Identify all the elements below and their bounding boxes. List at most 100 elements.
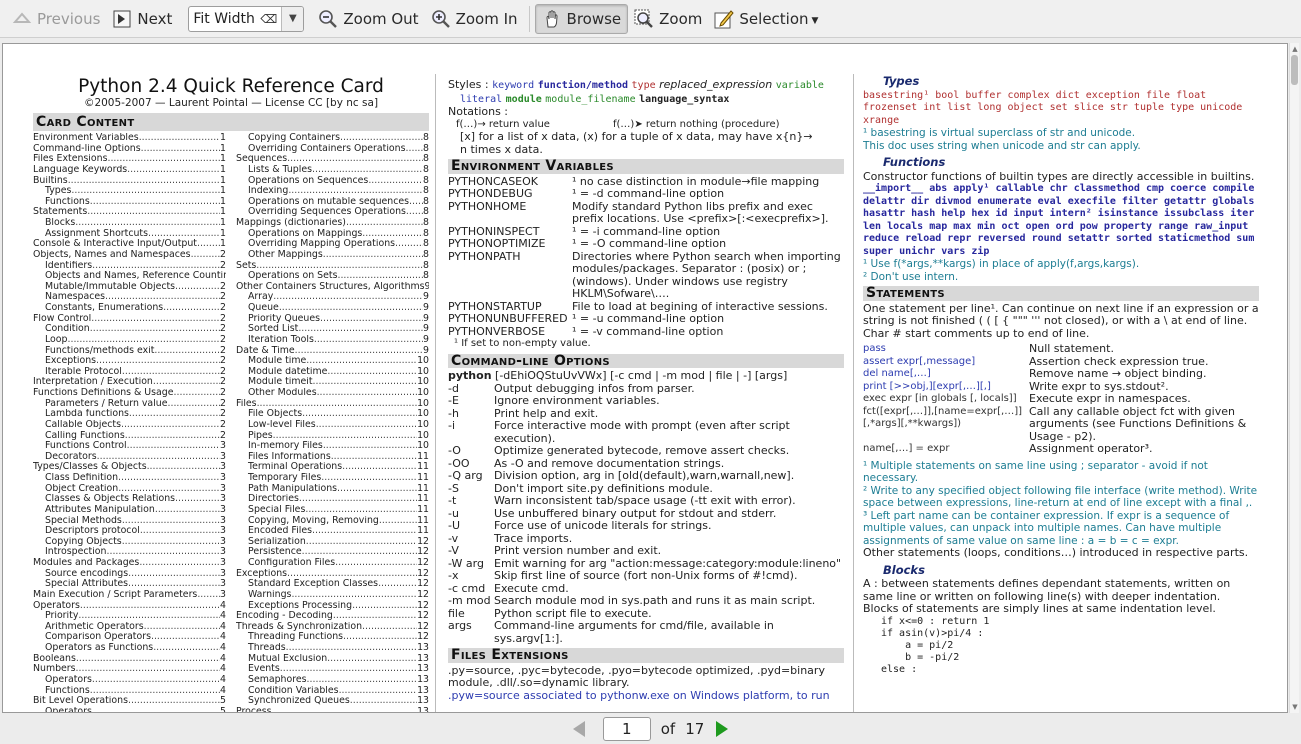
toc-entry[interactable]: Descriptors protocol 3 [33, 526, 226, 537]
toc-entry[interactable]: Calling Functions 2 [33, 431, 226, 442]
toc-entry[interactable]: Encoding - Decoding 12 [236, 611, 429, 622]
toc-entry[interactable]: Exceptions 2 [33, 356, 226, 367]
toc-entry[interactable]: Identifiers 2 [33, 261, 226, 272]
prev-page-icon[interactable] [572, 721, 585, 737]
toc-entry[interactable]: Special Attributes 3 [33, 579, 226, 590]
toc-entry[interactable]: Introspection 3 [33, 547, 226, 558]
toc-entry[interactable]: Condition 2 [33, 324, 226, 335]
zoom-select[interactable]: Fit Width ⌫ ▼ [188, 5, 305, 32]
toc-entry[interactable]: Modules and Packages 3 [33, 558, 226, 569]
clear-icon[interactable]: ⌫ [260, 12, 277, 26]
toc-entry[interactable]: Other Containers Structures, Algorithms9 [236, 282, 429, 293]
toc-entry[interactable]: Command-line Options 1 [33, 144, 226, 155]
toc-entry[interactable]: Operators 4 [33, 601, 226, 612]
toc-entry[interactable]: Operations on Mappings 8 [236, 229, 429, 240]
toc-entry[interactable]: Terminal Operations 11 [236, 462, 429, 473]
toc-entry[interactable]: Functions 1 [33, 197, 226, 208]
toc-entry[interactable]: Lists & Tuples 8 [236, 165, 429, 176]
selection-button[interactable]: Selection ▼ [708, 4, 824, 34]
toc-entry[interactable]: Priority Queues 9 [236, 314, 429, 325]
toc-entry[interactable]: Encoded Files 11 [236, 526, 429, 537]
toc-entry[interactable]: Functions 4 [33, 686, 226, 697]
scroll-down-icon[interactable]: ▼ [1291, 703, 1299, 711]
toc-entry[interactable]: Decorators 3 [33, 452, 226, 463]
toc-entry[interactable]: Copying, Moving, Removing 11 [236, 516, 429, 527]
toc-entry[interactable]: Warnings 12 [236, 590, 429, 601]
toc-entry[interactable]: Priority 4 [33, 611, 226, 622]
toc-entry[interactable]: Console & Interactive Input/Output 1 [33, 239, 226, 250]
toc-entry[interactable]: Threads 13 [236, 643, 429, 654]
vertical-scrollbar[interactable]: ▲ ▼ [1289, 43, 1299, 713]
toc-entry[interactable]: Temporary Files 11 [236, 473, 429, 484]
toc-entry[interactable]: Interpretation / Execution 2 [33, 377, 226, 388]
dropdown-arrow-icon[interactable]: ▼ [812, 16, 819, 26]
scroll-up-icon[interactable]: ▲ [1291, 45, 1299, 53]
toc-entry[interactable]: Bit Level Operations 5 [33, 696, 226, 707]
toc-entry[interactable]: Main Execution / Script Parameters 3 [33, 590, 226, 601]
zoom-tool-button[interactable]: Zoom [628, 4, 708, 34]
toc-entry[interactable]: Flow Control 2 [33, 314, 226, 325]
toc-entry[interactable]: Serialization 12 [236, 537, 429, 548]
toc-entry[interactable]: Exceptions 12 [236, 569, 429, 580]
toc-entry[interactable]: Other Modules 10 [236, 388, 429, 399]
toc-entry[interactable]: Persistence 12 [236, 547, 429, 558]
toc-entry[interactable]: Functions Control 3 [33, 441, 226, 452]
toc-entry[interactable]: Parameters / Return value 2 [33, 399, 226, 410]
toc-entry[interactable]: Objects and Names, Reference Counting2 [33, 271, 226, 282]
toc-entry[interactable]: Files 10 [236, 399, 429, 410]
toc-entry[interactable]: Callable Objects 2 [33, 420, 226, 431]
next-page-icon[interactable] [716, 721, 729, 737]
toc-entry[interactable]: Files Extensions 1 [33, 154, 226, 165]
zoom-out-button[interactable]: Zoom Out [312, 4, 424, 34]
toc-entry[interactable]: Mutable/Immutable Objects 2 [33, 282, 226, 293]
toc-entry[interactable]: Module time 10 [236, 356, 429, 367]
toc-entry[interactable]: Object Creation 3 [33, 484, 226, 495]
toc-entry[interactable]: Attributes Manipulation 3 [33, 505, 226, 516]
toc-entry[interactable]: Arithmetic Operators 4 [33, 622, 226, 633]
toc-entry[interactable]: Blocks 1 [33, 218, 226, 229]
browse-button[interactable]: Browse [534, 3, 629, 34]
toc-entry[interactable]: Types/Classes & Objects 3 [33, 462, 226, 473]
toc-entry[interactable]: Operations on Sets 8 [236, 271, 429, 282]
toc-entry[interactable]: Comparison Operators 4 [33, 632, 226, 643]
toc-entry[interactable]: Standard Exception Classes 12 [236, 579, 429, 590]
toc-entry[interactable]: Overriding Containers Operations 8 [236, 144, 429, 155]
toc-entry[interactable]: Functions/methods exit 2 [33, 346, 226, 357]
toc-entry[interactable]: Operations on mutable sequences 8 [236, 197, 429, 208]
toc-entry[interactable]: Builtins 1 [33, 176, 226, 187]
toc-entry[interactable]: Operators 4 [33, 675, 226, 686]
toc-entry[interactable]: Objects, Names and Namespaces 2 [33, 250, 226, 261]
toc-entry[interactable]: Copying Containers 8 [236, 133, 429, 144]
toc-entry[interactable]: Process 13 [236, 707, 429, 712]
toc-entry[interactable]: Numbers 4 [33, 664, 226, 675]
document-viewer[interactable]: Python 2.4 Quick Reference Card ©2005-20… [2, 43, 1288, 713]
previous-button[interactable]: Previous [6, 4, 106, 34]
toc-entry[interactable]: Mappings (dictionaries) 8 [236, 218, 429, 229]
scrollbar-thumb[interactable] [1291, 55, 1298, 85]
toc-entry[interactable]: Overriding Sequences Operations 8 [236, 207, 429, 218]
toc-entry[interactable]: Class Definition 3 [33, 473, 226, 484]
toc-entry[interactable]: Array 9 [236, 292, 429, 303]
toc-entry[interactable]: Directories 11 [236, 494, 429, 505]
toc-entry[interactable]: Files Informations 11 [236, 452, 429, 463]
zoom-in-button[interactable]: Zoom In [425, 4, 524, 34]
toc-entry[interactable]: Module datetime 10 [236, 367, 429, 378]
toc-entry[interactable]: Indexing 8 [236, 186, 429, 197]
toc-entry[interactable]: Environment Variables 1 [33, 133, 226, 144]
toc-entry[interactable]: Events 13 [236, 664, 429, 675]
toc-entry[interactable]: Loop 2 [33, 335, 226, 346]
toc-entry[interactable]: Namespaces 2 [33, 292, 226, 303]
toc-entry[interactable]: Iteration Tools 9 [236, 335, 429, 346]
toc-entry[interactable]: Functions Definitions & Usage 2 [33, 388, 226, 399]
toc-entry[interactable]: Constants, Enumerations 2 [33, 303, 226, 314]
toc-entry[interactable]: Source encodings 3 [33, 569, 226, 580]
toc-entry[interactable]: Threads & Synchronization 12 [236, 622, 429, 633]
toc-entry[interactable]: Synchronized Queues 13 [236, 696, 429, 707]
toc-entry[interactable]: Types 1 [33, 186, 226, 197]
toc-entry[interactable]: Special Methods 3 [33, 516, 226, 527]
toc-entry[interactable]: Lambda functions 2 [33, 409, 226, 420]
chevron-down-icon[interactable]: ▼ [281, 6, 304, 31]
toc-entry[interactable]: Sorted List 9 [236, 324, 429, 335]
toc-entry[interactable]: In-memory Files 10 [236, 441, 429, 452]
page-number-input[interactable]: 1 [602, 717, 651, 741]
